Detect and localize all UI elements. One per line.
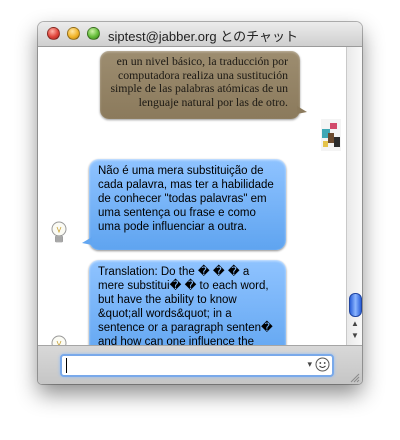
message-bubble-outgoing: Não é uma mera substituição de cada pala… [82, 159, 286, 250]
smiley-icon[interactable] [315, 357, 330, 372]
message-bubble-outgoing: Translation: Do the � � � a mere substit… [89, 260, 286, 345]
zoom-icon[interactable] [87, 27, 100, 40]
text-caret [66, 358, 67, 373]
minimize-icon[interactable] [67, 27, 80, 40]
window-title: siptest@jabber.org とのチャット [108, 29, 298, 44]
chat-transcript: en un nivel básico, la traducción por co… [38, 47, 346, 345]
compose-bar: ▾ [38, 345, 362, 384]
message-input[interactable]: ▾ [60, 354, 334, 377]
dropdown-arrow-icon[interactable]: ▾ [307, 359, 312, 370]
close-icon[interactable] [47, 27, 60, 40]
title-bar[interactable]: siptest@jabber.org とのチャット [38, 22, 362, 47]
message-bubble-incoming: en un nivel básico, la traducción por co… [100, 51, 307, 119]
scrollbar-thumb[interactable] [349, 293, 362, 317]
resize-grip-icon[interactable] [350, 373, 360, 383]
lightbulb-icon [51, 335, 67, 345]
scroll-down-arrow-icon[interactable]: ▼ [351, 331, 359, 340]
chat-window: siptest@jabber.org とのチャット en un nivel bá… [38, 22, 362, 384]
avatar-icon [321, 119, 341, 151]
lightbulb-icon [51, 221, 67, 243]
scroll-up-arrow-icon[interactable]: ▲ [351, 319, 359, 328]
vertical-scrollbar[interactable]: ▲ ▼ [346, 47, 362, 345]
